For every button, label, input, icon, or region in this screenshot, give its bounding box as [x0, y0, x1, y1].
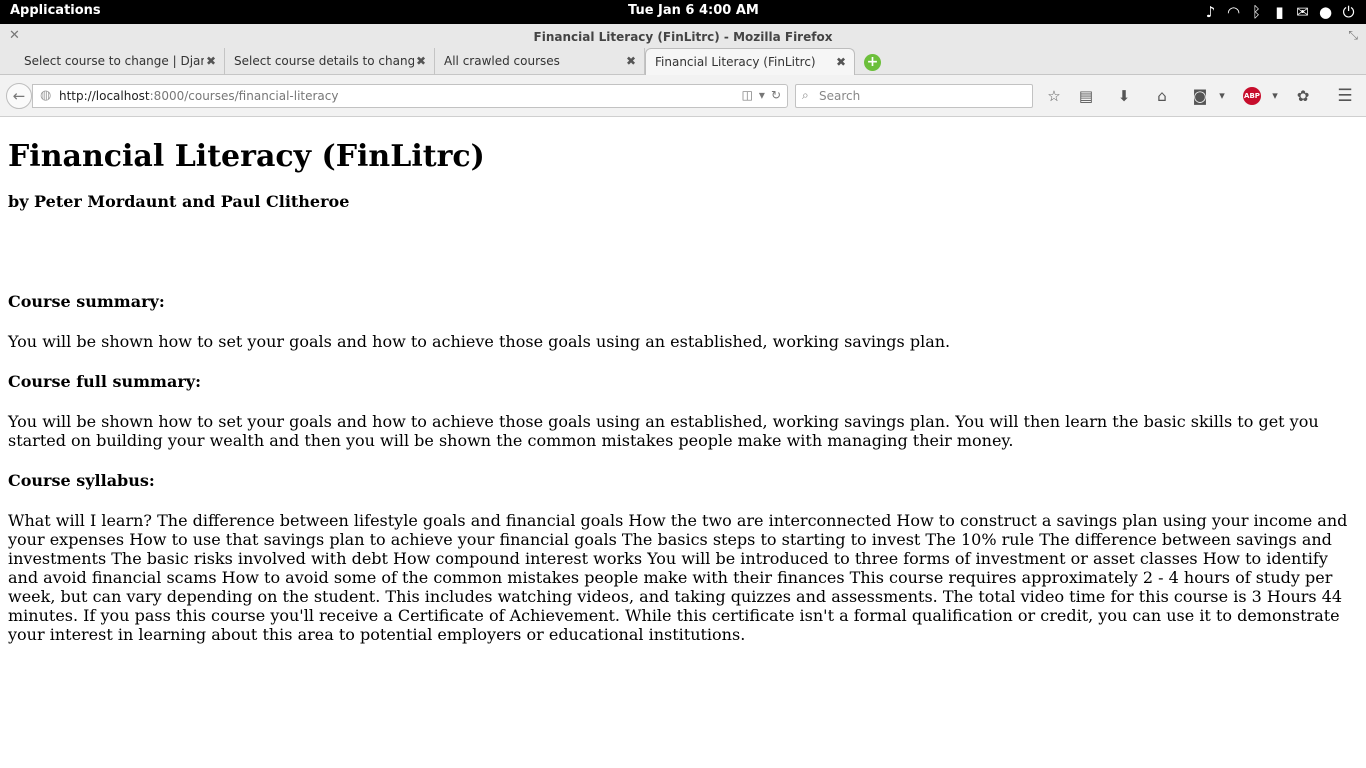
downloads-icon[interactable]: ⬇ — [1113, 86, 1135, 106]
course-title: Financial Literacy (FinLitrc) — [8, 139, 485, 174]
system-tray: ♪ ◠ ᛒ ▮ ✉ ● ⏻ — [1199, 2, 1360, 22]
pocket-dropdown-icon[interactable]: ▾ — [1211, 86, 1233, 106]
syllabus-text: What will I learn? The difference betwee… — [8, 511, 1348, 644]
bookmark-star-icon[interactable]: ☆ — [1043, 86, 1065, 106]
url-path: :8000/courses/financial-literacy — [149, 89, 339, 103]
url-host: http://localhost — [59, 89, 150, 103]
extension-icon[interactable]: ✿ — [1292, 86, 1314, 106]
tab-label: Select course details to change... — [234, 54, 414, 68]
bluetooth-icon[interactable]: ᛒ — [1245, 2, 1268, 22]
tab-django-course[interactable]: Select course to change | Djan... ✖ — [15, 48, 225, 75]
window-restore-icon[interactable]: ⤡ — [1348, 28, 1358, 43]
tab-strip: Select course to change | Djan... ✖ Sele… — [0, 48, 1366, 76]
adblock-dropdown-icon[interactable]: ▾ — [1264, 86, 1286, 106]
back-arrow-icon: ← — [12, 87, 26, 105]
navigation-bar: ◍ http://localhost:8000/courses/financia… — [0, 75, 1366, 117]
reload-icon[interactable]: ↻ — [771, 88, 781, 102]
home-icon[interactable]: ⌂ — [1151, 86, 1173, 106]
dropdown-arrow-icon[interactable]: ▾ — [759, 88, 765, 102]
user-icon[interactable]: ● — [1314, 2, 1337, 22]
applications-menu[interactable]: Applications — [10, 3, 101, 18]
window-titlebar: ✕ Financial Literacy (FinLitrc) - Mozill… — [0, 24, 1366, 48]
battery-icon[interactable]: ▮ — [1268, 2, 1291, 22]
tab-close-icon[interactable]: ✖ — [836, 49, 846, 76]
tab-label: All crawled courses — [444, 54, 560, 68]
tab-crawled-courses[interactable]: All crawled courses ✖ — [435, 48, 645, 75]
pocket-icon[interactable]: ◫ — [742, 88, 753, 102]
search-icon: ⌕ — [802, 88, 809, 102]
url-bar[interactable]: ◍ http://localhost:8000/courses/financia… — [32, 84, 788, 108]
site-identity-icon[interactable]: ◍ — [40, 88, 51, 103]
adblock-plus-icon[interactable]: ABP — [1243, 87, 1261, 105]
window-title: Financial Literacy (FinLitrc) - Mozilla … — [533, 30, 833, 44]
power-icon[interactable]: ⏻ — [1337, 2, 1360, 22]
back-button[interactable]: ← — [6, 83, 32, 109]
syllabus-heading: Course syllabus: — [8, 471, 155, 490]
wifi-icon[interactable]: ◠ — [1222, 2, 1245, 22]
tab-label: Financial Literacy (FinLitrc) — [655, 55, 816, 69]
page-content: Financial Literacy (FinLitrc) by Peter M… — [8, 118, 1362, 644]
bookmarks-menu-icon[interactable]: ▤ — [1075, 86, 1097, 106]
tab-label: Select course to change | Djan... — [24, 54, 204, 68]
summary-text: You will be shown how to set your goals … — [8, 332, 951, 351]
url-text[interactable]: http://localhost:8000/courses/financial-… — [59, 89, 339, 103]
pocket-toolbar-icon[interactable]: ◙ — [1189, 86, 1211, 106]
tab-course-details[interactable]: Select course details to change... ✖ — [225, 48, 435, 75]
volume-icon[interactable]: ♪ — [1199, 2, 1222, 22]
full-summary-text: You will be shown how to set your goals … — [8, 412, 1319, 450]
summary-heading: Course summary: — [8, 292, 165, 311]
system-panel: Applications Tue Jan 6 4:00 AM ♪ ◠ ᛒ ▮ ✉… — [0, 0, 1366, 24]
course-authors: by Peter Mordaunt and Paul Clitheroe — [8, 192, 350, 211]
tab-close-icon[interactable]: ✖ — [626, 48, 636, 75]
url-bar-icons: ◫ ▾ ↻ — [736, 88, 781, 102]
search-bar[interactable]: ⌕ Search — [795, 84, 1033, 108]
tab-close-icon[interactable]: ✖ — [416, 48, 426, 75]
system-clock[interactable]: Tue Jan 6 4:00 AM — [628, 3, 759, 18]
search-placeholder: Search — [819, 89, 861, 103]
hamburger-menu-icon[interactable]: ☰ — [1334, 86, 1356, 106]
new-tab-icon[interactable]: + — [864, 54, 881, 71]
full-summary-heading: Course full summary: — [8, 372, 201, 391]
mail-icon[interactable]: ✉ — [1291, 2, 1314, 22]
tab-close-icon[interactable]: ✖ — [206, 48, 216, 75]
tab-financial-literacy[interactable]: Financial Literacy (FinLitrc) ✖ — [645, 48, 855, 76]
